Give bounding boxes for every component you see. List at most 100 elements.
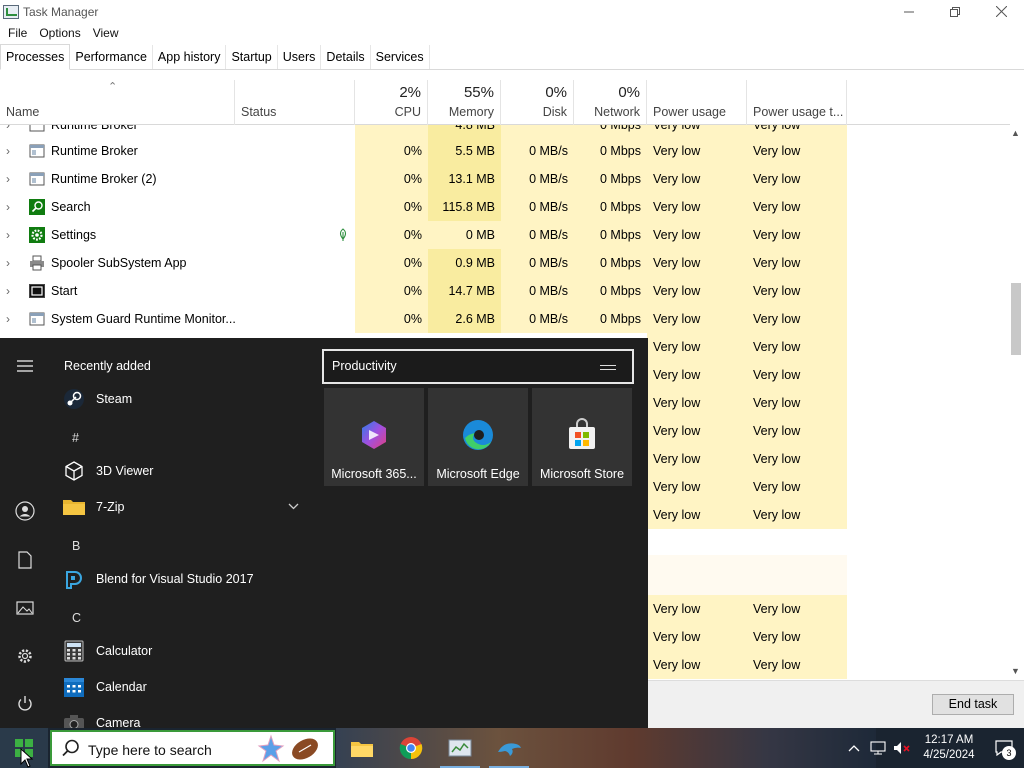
- hamburger-menu-icon[interactable]: [15, 356, 35, 376]
- tab-startup[interactable]: Startup: [226, 45, 278, 69]
- taskbar-app-dolphin[interactable]: [485, 728, 533, 768]
- app-steam[interactable]: Steam: [62, 383, 307, 415]
- vertical-scrollbar[interactable]: ▲ ▼: [1007, 125, 1024, 680]
- chevron-down-icon[interactable]: [288, 501, 299, 513]
- power-usage-cell: Very low: [647, 651, 747, 679]
- tile-microsoft-store[interactable]: Microsoft Store: [532, 388, 632, 486]
- end-task-button[interactable]: End task: [932, 694, 1014, 715]
- action-center-button[interactable]: 3: [984, 728, 1024, 768]
- network-cell: 0 Mbps: [574, 165, 647, 193]
- network-cell: 0 Mbps: [574, 305, 647, 333]
- group-grip-icon[interactable]: [600, 365, 616, 370]
- app-calendar[interactable]: Calendar: [62, 671, 307, 703]
- maximize-button[interactable]: [932, 0, 978, 23]
- expand-chevron-icon[interactable]: ›: [6, 249, 18, 277]
- process-name: System Guard Runtime Monitor...: [51, 312, 236, 326]
- table-row[interactable]: › System Guard Runtime Monitor... 0% 2.6…: [0, 305, 1008, 333]
- volume-muted-icon[interactable]: [890, 728, 914, 768]
- cpu-cell: 0%: [355, 277, 428, 305]
- taskbar-clock[interactable]: 12:17 AM 4/25/2024: [914, 733, 984, 763]
- tab-users[interactable]: Users: [278, 45, 322, 69]
- tile-microsoft-edge[interactable]: Microsoft Edge: [428, 388, 528, 486]
- expand-chevron-icon[interactable]: ›: [6, 165, 18, 193]
- power-usage-cell: Very low: [647, 623, 747, 651]
- documents-icon[interactable]: [15, 550, 35, 570]
- power-trend-cell: Very low: [747, 249, 847, 277]
- power-trend-cell: Very low: [747, 333, 847, 361]
- expand-chevron-icon[interactable]: ›: [6, 305, 18, 333]
- settings-gear-icon[interactable]: [15, 646, 35, 666]
- table-row[interactable]: › Spooler SubSystem App 0% 0.9 MB 0 MB/s…: [0, 249, 1008, 277]
- memory-cell: 0 MB: [428, 221, 501, 249]
- menu-view[interactable]: View: [87, 26, 125, 40]
- title-bar: Task Manager: [0, 0, 1024, 23]
- sort-caret-icon: ⌃: [108, 81, 118, 93]
- taskbar-task-manager[interactable]: [436, 728, 484, 768]
- tab-details[interactable]: Details: [321, 45, 371, 69]
- power-usage-cell: Very low: [647, 137, 747, 165]
- expand-chevron-icon[interactable]: ›: [6, 193, 18, 221]
- minimize-icon: [904, 11, 914, 12]
- window-icon: [29, 312, 45, 326]
- tile-group-header[interactable]: Productivity: [322, 349, 634, 384]
- process-name: Runtime Broker: [51, 144, 138, 158]
- header-power-usage[interactable]: Power usage: [647, 80, 747, 125]
- table-row[interactable]: › Runtime Broker 0% 5.5 MB 0 MB/s 0 Mbps…: [0, 137, 1008, 165]
- header-cpu[interactable]: 2% CPU: [355, 80, 428, 125]
- menu-file[interactable]: File: [2, 26, 33, 40]
- app-list-letter-header[interactable]: B: [72, 539, 80, 553]
- recently-added-heading: Recently added: [64, 359, 151, 373]
- power-usage-cell: Very low: [647, 193, 747, 221]
- disk-cell: 0 MB/s: [501, 249, 574, 277]
- taskbar-chrome[interactable]: [387, 728, 435, 768]
- close-button[interactable]: [978, 0, 1024, 23]
- taskbar-file-explorer[interactable]: [338, 728, 386, 768]
- app-calculator[interactable]: Calculator: [62, 635, 307, 667]
- app-camera[interactable]: Camera: [62, 707, 307, 728]
- expand-chevron-icon[interactable]: ›: [6, 277, 18, 305]
- menu-options[interactable]: Options: [33, 26, 86, 40]
- close-icon: [995, 6, 1007, 17]
- show-hidden-icons-chevron-icon[interactable]: [842, 728, 866, 768]
- network-icon[interactable]: [866, 728, 890, 768]
- memory-cell: 115.8 MB: [428, 193, 501, 221]
- tab-performance[interactable]: Performance: [70, 45, 153, 69]
- table-row[interactable]: › Start 0% 14.7 MB 0 MB/s 0 Mbps Very lo…: [0, 277, 1008, 305]
- header-power-usage-trend[interactable]: Power usage t...: [747, 80, 847, 125]
- table-row[interactable]: › Settings 0% 0 MB 0 MB/s 0 Mbps Very lo…: [0, 221, 1008, 249]
- table-row[interactable]: › Search 0% 115.8 MB 0 MB/s 0 Mbps Very …: [0, 193, 1008, 221]
- tile-microsoft-365[interactable]: Microsoft 365...: [324, 388, 424, 486]
- header-name[interactable]: ⌃ Name: [0, 80, 235, 125]
- power-icon[interactable]: [15, 694, 35, 714]
- store-icon: [569, 418, 595, 449]
- pictures-icon[interactable]: [15, 598, 35, 618]
- header-memory[interactable]: 55% Memory: [428, 80, 501, 125]
- expand-chevron-icon[interactable]: ›: [6, 221, 18, 249]
- header-status[interactable]: Status: [235, 80, 355, 125]
- app-list-letter-header[interactable]: #: [72, 431, 79, 445]
- scroll-thumb[interactable]: [1011, 283, 1021, 355]
- minimize-button[interactable]: [886, 0, 932, 23]
- folder-icon: [62, 495, 86, 519]
- blend-icon: [62, 567, 86, 591]
- bottom-bar: End task: [648, 680, 1024, 728]
- table-row[interactable]: › Runtime Broker (2) 0% 13.1 MB 0 MB/s 0…: [0, 165, 1008, 193]
- tab-services[interactable]: Services: [371, 45, 430, 69]
- tab-processes[interactable]: Processes: [0, 44, 71, 70]
- gear-icon: [29, 227, 45, 243]
- cpu-cell: 0%: [355, 193, 428, 221]
- scroll-down-icon[interactable]: ▼: [1007, 663, 1024, 680]
- user-account-icon[interactable]: [15, 501, 35, 521]
- app-list-letter-header[interactable]: C: [72, 611, 81, 625]
- app-7-zip[interactable]: 7-Zip: [62, 491, 307, 523]
- taskbar-search-box[interactable]: Type here to search: [50, 730, 335, 766]
- power-usage-cell: Very low: [647, 389, 747, 417]
- app-blend-for-visual-studio-2017[interactable]: Blend for Visual Studio 2017: [62, 563, 307, 595]
- memory-cell: 2.6 MB: [428, 305, 501, 333]
- header-network[interactable]: 0% Network: [574, 80, 647, 125]
- app-3d-viewer[interactable]: 3D Viewer: [62, 455, 307, 487]
- header-disk[interactable]: 0% Disk: [501, 80, 574, 125]
- scroll-up-icon[interactable]: ▲: [1007, 125, 1024, 142]
- expand-chevron-icon[interactable]: ›: [6, 137, 18, 165]
- tab-app-history[interactable]: App history: [153, 45, 227, 69]
